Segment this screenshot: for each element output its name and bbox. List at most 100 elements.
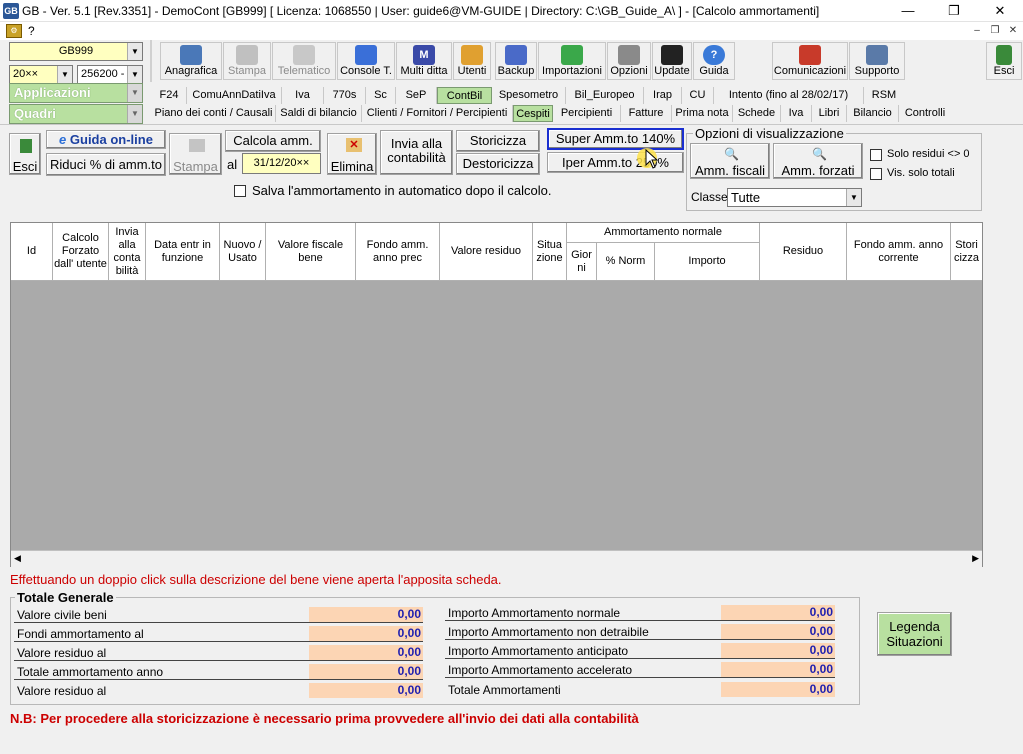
account-select[interactable]: 256200 - ▼ — [77, 65, 143, 84]
anagrafica-button[interactable]: Anagrafica — [160, 42, 222, 80]
tab-fatture[interactable]: Fatture — [621, 105, 672, 122]
tab-bil-europeo[interactable]: Bil_Europeo — [566, 87, 644, 104]
calcola-button[interactable]: Calcola amm. — [225, 130, 321, 152]
col-residuo[interactable]: Residuo — [760, 223, 847, 281]
tab-contbil[interactable]: ContBil — [437, 87, 492, 104]
tab-intento[interactable]: Intento (fino al 28/02/17) — [714, 87, 864, 104]
salva-auto-checkbox[interactable] — [234, 185, 246, 197]
riduci-button[interactable]: Riduci % di amm.to — [46, 153, 166, 176]
tab-sep[interactable]: SeP — [396, 87, 437, 104]
esci-toolbar-button[interactable]: Esci — [986, 42, 1022, 80]
mdi-minimize-button[interactable]: – — [970, 24, 984, 38]
destoricizza-button[interactable]: Destoricizza — [456, 153, 540, 175]
tab-rsm[interactable]: RSM — [864, 87, 904, 104]
elimina-label: Elimina — [330, 159, 374, 174]
legenda-situazioni-button[interactable]: Legenda Situazioni — [877, 612, 952, 656]
year-value: 20×× — [13, 68, 39, 80]
col-storicizza[interactable]: Stori cizza — [951, 223, 982, 281]
comunicazioni-label: Comunicazioni — [773, 65, 847, 77]
solo-residui-checkbox[interactable] — [870, 149, 882, 161]
tab-piano-dei-conti[interactable]: Piano dei conti / Causali — [152, 105, 276, 122]
comunicazioni-button[interactable]: Comunicazioni — [772, 42, 848, 80]
col-situazione[interactable]: Situa zione — [533, 223, 567, 281]
tab-cespiti[interactable]: Cespiti — [513, 105, 553, 122]
col-importo[interactable]: Importo — [655, 243, 760, 281]
download-icon — [561, 45, 583, 65]
tab-comuanndatiiva[interactable]: ComuAnnDatiIva — [187, 87, 282, 104]
invia-contabilita-button[interactable]: Invia alla contabilità — [380, 130, 453, 175]
company-value: GB999 — [58, 45, 94, 57]
col-valore-fiscale[interactable]: Valore fiscale bene — [266, 223, 356, 281]
console-button[interactable]: Console T. — [337, 42, 395, 80]
col-perc-norm[interactable]: % Norm — [597, 243, 655, 281]
mdi-close-button[interactable]: ✕ — [1006, 24, 1020, 38]
stampa-toolbar-button[interactable]: Stampa — [223, 42, 271, 80]
opzioni-button[interactable]: Opzioni — [607, 42, 651, 80]
col-invia[interactable]: Invia alla conta bilità — [109, 223, 146, 281]
update-button[interactable]: Update — [652, 42, 692, 80]
restore-button[interactable]: ❐ — [931, 0, 977, 22]
classe-select[interactable]: Tutte ▼ — [727, 188, 862, 207]
utenti-button[interactable]: Utenti — [453, 42, 491, 80]
guida-online-button[interactable]: e Guida on-line — [46, 130, 166, 149]
scroll-right-icon[interactable]: ▶ — [972, 553, 979, 564]
date-input[interactable]: 31/12/20×× — [242, 153, 321, 174]
solo-totali-checkbox[interactable] — [870, 168, 882, 180]
app-menu-icon[interactable]: ⚙ — [6, 24, 22, 38]
supporto-button[interactable]: Supporto — [849, 42, 905, 80]
tab-prima-nota[interactable]: Prima nota — [672, 105, 733, 122]
esci-button[interactable]: Esci — [9, 133, 41, 175]
amm-fiscali-button[interactable]: 🔍 Amm. fiscali — [690, 143, 770, 179]
stampa-button[interactable]: Stampa — [169, 133, 222, 175]
tab-iva[interactable]: Iva — [282, 87, 324, 104]
tab-spesometro[interactable]: Spesometro — [492, 87, 566, 104]
tab-saldi-di-bilancio[interactable]: Saldi di bilancio — [276, 105, 362, 122]
backup-button[interactable]: Backup — [495, 42, 537, 80]
tab-sc[interactable]: Sc — [366, 87, 396, 104]
card-index-icon — [180, 45, 202, 65]
super-ammortamento-button[interactable]: Super Amm.to 140% — [547, 128, 684, 150]
scroll-left-icon[interactable]: ◀ — [14, 553, 21, 564]
close-button[interactable]: ✕ — [977, 0, 1023, 22]
elimina-button[interactable]: ✕ Elimina — [327, 133, 377, 175]
multi-ditta-icon: M — [413, 45, 435, 65]
importazioni-button[interactable]: Importazioni — [538, 42, 606, 80]
guida-button[interactable]: ? Guida — [693, 42, 735, 80]
amm-forzati-button[interactable]: 🔍 Amm. forzati — [773, 143, 863, 179]
col-giorni[interactable]: Gior ni — [567, 243, 597, 281]
tab-clienti-fornitori[interactable]: Clienti / Fornitori / Percipienti — [362, 105, 513, 122]
col-fondo-corrente[interactable]: Fondo amm. anno corrente — [847, 223, 951, 281]
quadri-select[interactable]: Quadri ▼ — [9, 104, 143, 124]
menu-help[interactable]: ? — [28, 24, 35, 38]
multi-ditta-button[interactable]: M Multi ditta — [396, 42, 452, 80]
tab-percipienti[interactable]: Percipienti — [553, 105, 621, 122]
total-label-tot-ammortamenti: Totale Ammortamenti — [448, 683, 561, 697]
tab-770s[interactable]: 770s — [324, 87, 366, 104]
tab-cu[interactable]: CU — [682, 87, 714, 104]
storicizza-button[interactable]: Storicizza — [456, 130, 540, 152]
minimize-button[interactable]: — — [885, 0, 931, 22]
tab-iva-2[interactable]: Iva — [781, 105, 812, 122]
tab-f24[interactable]: F24 — [152, 87, 187, 104]
col-data-entrata[interactable]: Data entr in funzione — [146, 223, 220, 281]
telematico-button[interactable]: Telematico — [272, 42, 336, 80]
tab-irap[interactable]: Irap — [644, 87, 682, 104]
cespiti-grid[interactable]: Id Calcolo Forzato dall' utente Invia al… — [10, 222, 983, 567]
col-calcolo-forzato[interactable]: Calcolo Forzato dall' utente — [53, 223, 109, 281]
iper-ammortamento-button[interactable]: Iper Amm.to 250% — [547, 152, 684, 173]
main-tab-row: F24 ComuAnnDatiIva Iva 770s Sc SeP ContB… — [152, 87, 912, 104]
tab-bilancio[interactable]: Bilancio — [847, 105, 899, 122]
tab-libri[interactable]: Libri — [812, 105, 847, 122]
col-id[interactable]: Id — [11, 223, 53, 281]
tab-controlli[interactable]: Controlli — [899, 105, 951, 122]
mdi-restore-button[interactable]: ❐ — [988, 24, 1002, 38]
tab-schede[interactable]: Schede — [733, 105, 781, 122]
col-valore-residuo[interactable]: Valore residuo — [440, 223, 533, 281]
col-fondo-prec[interactable]: Fondo amm. anno prec — [356, 223, 440, 281]
col-nuovo-usato[interactable]: Nuovo / Usato — [220, 223, 266, 281]
year-select[interactable]: 20×× ▼ — [9, 65, 73, 84]
company-select[interactable]: GB999 ▼ — [9, 42, 143, 61]
horizontal-scrollbar[interactable]: ◀ ▶ — [11, 550, 982, 567]
salva-auto-label: Salva l'ammortamento in automatico dopo … — [252, 183, 552, 198]
applicazioni-select[interactable]: Applicazioni ▼ — [9, 83, 143, 103]
